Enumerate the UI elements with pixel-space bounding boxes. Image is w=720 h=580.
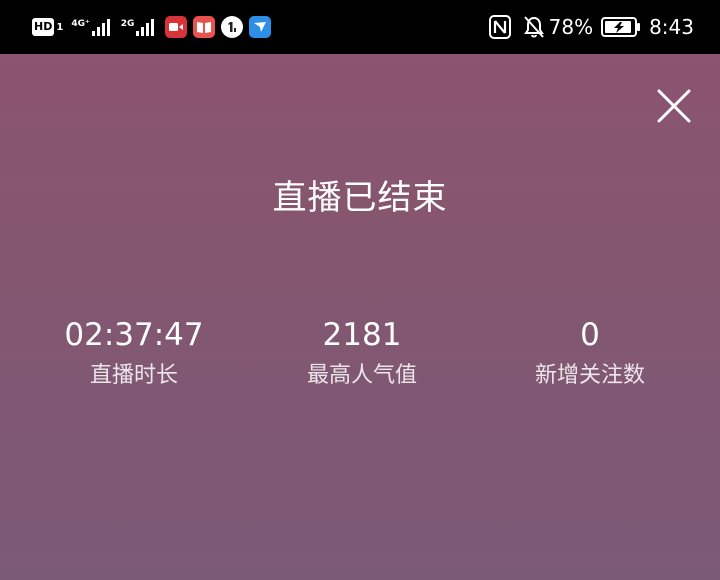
network-type-2: 2G <box>120 19 135 29</box>
nfc-icon <box>488 15 511 39</box>
bird-app-icon <box>249 16 272 38</box>
stat-duration-label: 直播时长 <box>89 363 178 388</box>
status-bar-right: 78% 8:43 <box>488 13 694 41</box>
signal-2g-icon: 2G <box>121 18 156 36</box>
hd-label: HD <box>32 18 55 36</box>
signal-bars-icon <box>91 19 110 36</box>
signal-4g-icon: 4G⁺ <box>71 18 110 36</box>
stat-new-followers-label: 新增关注数 <box>534 363 645 388</box>
screen: HD 1 4G⁺ 2G 78% 8:43 直播已结束 02:37:47 直播时长… <box>0 0 720 580</box>
close-button[interactable] <box>656 88 692 124</box>
one-app-icon <box>221 16 244 38</box>
page-title: 直播已结束 <box>272 178 448 218</box>
stat-new-followers: 0 新增关注数 <box>470 316 710 390</box>
stat-new-followers-value: 0 <box>580 317 600 353</box>
close-icon <box>657 89 691 123</box>
network-type-1: 4G⁺ <box>71 19 90 29</box>
status-bar: HD 1 4G⁺ 2G 78% 8:43 <box>0 0 720 54</box>
stat-peak-popularity-label: 最高人气值 <box>306 363 417 388</box>
stat-duration: 02:37:47 直播时长 <box>14 316 254 390</box>
stat-duration-value: 02:37:47 <box>64 317 204 353</box>
hd-sim: 1 <box>56 21 64 33</box>
clock: 8:43 <box>649 15 694 39</box>
hd-icon: HD 1 <box>32 17 63 37</box>
video-app-icon <box>165 16 188 38</box>
live-ended-panel: 直播已结束 02:37:47 直播时长 2181 最高人气值 0 新增关注数 <box>0 54 720 580</box>
signal-bars-icon <box>136 19 155 36</box>
book-app-icon <box>193 16 216 38</box>
stat-peak-popularity: 2181 最高人气值 <box>242 316 482 390</box>
stat-peak-popularity-value: 2181 <box>322 317 402 353</box>
battery-charging-icon <box>601 17 641 37</box>
battery-percent: 78% <box>548 15 594 39</box>
bell-off-icon <box>523 16 544 38</box>
stats-row: 02:37:47 直播时长 2181 最高人气值 0 新增关注数 <box>0 316 720 396</box>
status-bar-left: HD 1 4G⁺ 2G <box>32 13 277 41</box>
